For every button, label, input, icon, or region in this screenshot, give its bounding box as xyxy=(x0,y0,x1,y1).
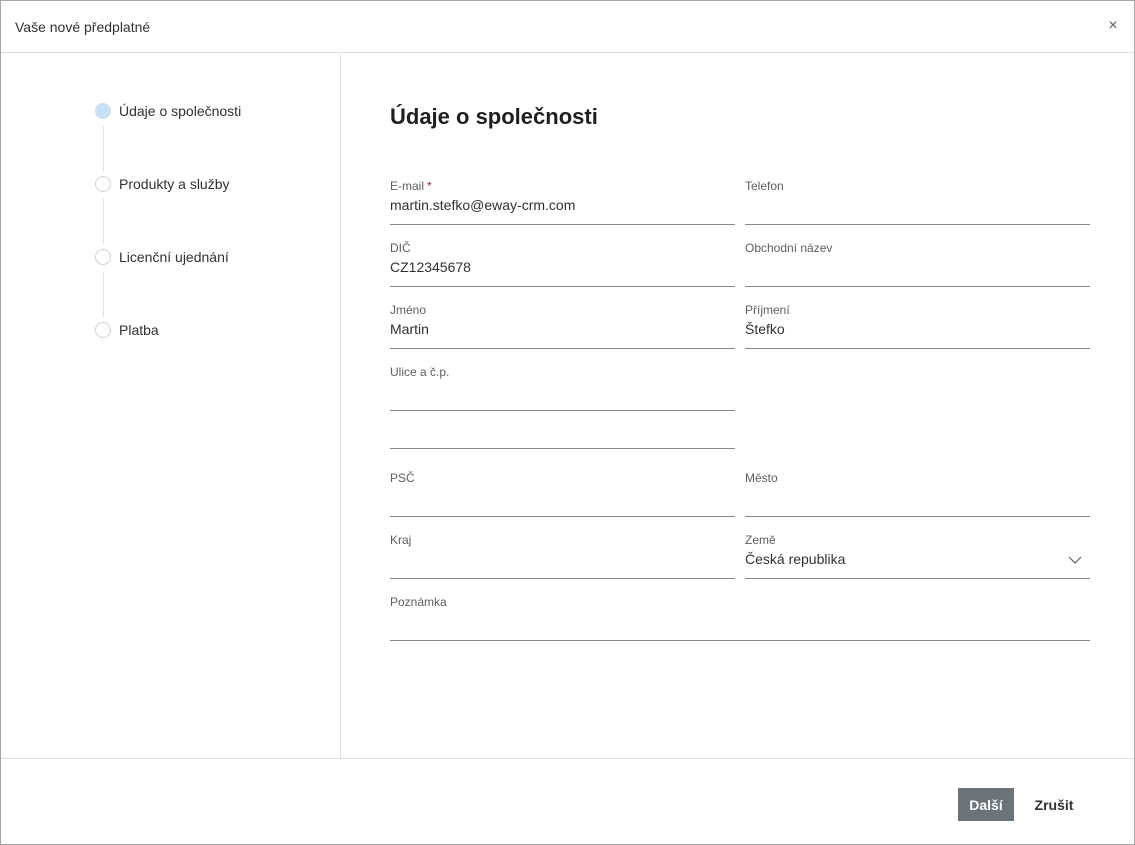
zip-field[interactable]: PSČ xyxy=(390,471,735,517)
phone-field[interactable]: Telefon xyxy=(745,179,1090,225)
region-label: Kraj xyxy=(390,533,412,547)
cancel-button[interactable]: Zrušit xyxy=(1023,788,1085,821)
city-label: Město xyxy=(745,471,778,485)
wizard-steps: Údaje o společnosti Produkty a služby Li… xyxy=(1,54,341,758)
company-form: Údaje o společnosti E-mail * martin.stefk… xyxy=(342,54,1134,758)
chevron-down-icon xyxy=(1068,556,1082,564)
step-label: Licenční ujednání xyxy=(119,249,229,265)
subscription-dialog: Vaše nové předplatné × Údaje o společnos… xyxy=(0,0,1135,845)
email-label: E-mail * xyxy=(390,179,432,193)
close-icon[interactable]: × xyxy=(1104,16,1122,36)
step-label: Údaje o společnosti xyxy=(119,103,242,119)
last-name-label: Příjmení xyxy=(745,303,790,317)
country-label: Země xyxy=(745,533,776,547)
last-name-field[interactable]: Příjmení Štefko xyxy=(745,303,1090,349)
email-value: martin.stefko@eway-crm.com xyxy=(390,197,576,213)
form-heading: Údaje o společnosti xyxy=(390,104,598,129)
step-label: Platba xyxy=(119,322,159,338)
first-name-value: Martin xyxy=(390,321,429,337)
street-line2-field[interactable] xyxy=(390,427,735,449)
step-connector xyxy=(103,199,104,244)
dic-label: DIČ xyxy=(390,241,411,255)
country-select[interactable]: Země Česká republika xyxy=(745,533,1090,579)
dic-value: CZ12345678 xyxy=(390,259,471,275)
street-field[interactable]: Ulice a č.p. xyxy=(390,365,735,411)
street-label: Ulice a č.p. xyxy=(390,365,450,379)
first-name-label: Jméno xyxy=(390,303,427,317)
dialog-footer: Další Zrušit xyxy=(1,758,1134,844)
step-label: Produkty a služby xyxy=(119,176,230,192)
dic-field[interactable]: DIČ CZ12345678 xyxy=(390,241,735,287)
city-field[interactable]: Město xyxy=(745,471,1090,517)
last-name-value: Štefko xyxy=(745,321,785,337)
required-mark: * xyxy=(427,179,432,193)
step-connector xyxy=(103,272,104,317)
dialog-title: Vaše nové předplatné xyxy=(15,19,151,35)
email-field[interactable]: E-mail * martin.stefko@eway-crm.com xyxy=(390,179,735,225)
step-connector xyxy=(103,126,104,171)
country-value: Česká republika xyxy=(745,551,846,567)
dialog-titlebar: Vaše nové předplatné × xyxy=(1,1,1134,53)
region-field[interactable]: Kraj xyxy=(390,533,735,579)
step-indicator-icon xyxy=(95,103,111,119)
trade-name-field[interactable]: Obchodní název xyxy=(745,241,1090,287)
first-name-field[interactable]: Jméno Martin xyxy=(390,303,735,349)
step-indicator-icon xyxy=(95,322,111,338)
note-field[interactable]: Poznámka xyxy=(390,595,1090,641)
trade-name-label: Obchodní název xyxy=(745,241,833,255)
note-label: Poznámka xyxy=(390,595,447,609)
phone-label: Telefon xyxy=(745,179,784,193)
zip-label: PSČ xyxy=(390,471,415,485)
next-button[interactable]: Další xyxy=(958,788,1014,821)
step-indicator-icon xyxy=(95,249,111,265)
step-indicator-icon xyxy=(95,176,111,192)
